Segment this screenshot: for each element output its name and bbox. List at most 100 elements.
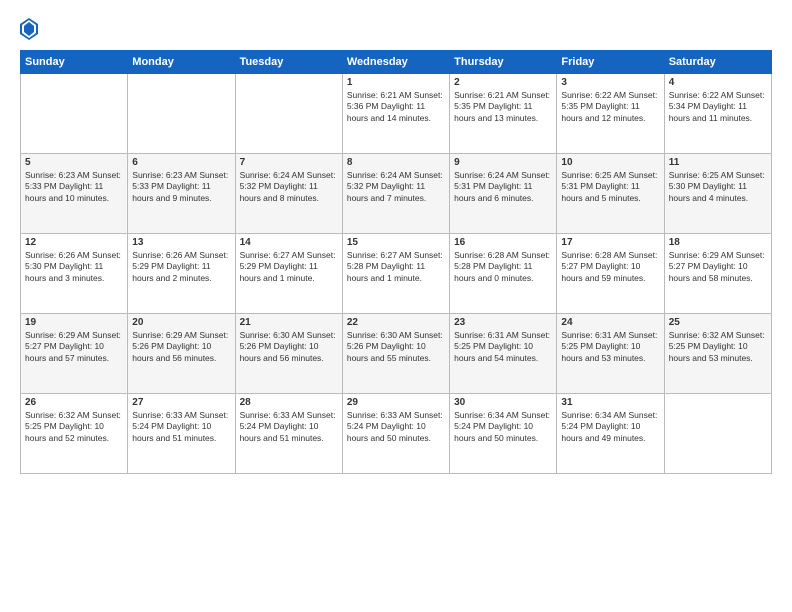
day-number: 28 — [240, 397, 338, 408]
day-cell: 30 Sunrise: 6:34 AM Sunset: 5:24 PM Dayli… — [450, 394, 557, 474]
day-info: Sunrise: 6:32 AM Sunset: 5:25 PM Dayligh… — [669, 330, 767, 364]
day-number: 16 — [454, 237, 552, 248]
week-row-5: 26Sunrise: 6:32 AM Sunset: 5:25 PM Dayli… — [21, 394, 772, 474]
day-number: 15 — [347, 237, 445, 248]
day-number: 22 — [347, 317, 445, 328]
day-info: Sunrise: 6:26 AM Sunset: 5:30 PM Dayligh… — [25, 250, 123, 284]
week-row-4: 19 Sunrise: 6:29 AM Sunset: 5:27 PM Dayli… — [21, 314, 772, 394]
page: SundayMondayTuesdayWednesdayThursdayFrid… — [0, 0, 792, 612]
day-info: Sunrise: 6:33 AM Sunset: 5:24 PM Dayligh… — [132, 410, 230, 444]
day-cell — [664, 394, 771, 474]
day-cell: 12 Sunrise: 6:26 AM Sunset: 5:30 PM Dayli… — [21, 234, 128, 314]
weekday-header-tuesday: Tuesday — [235, 51, 342, 74]
day-info: Sunrise: 6:24 AM Sunset: 5:31 PM Dayligh… — [454, 170, 552, 204]
day-info: Sunrise: 6:25 AM Sunset: 5:31 PM Dayligh… — [561, 170, 659, 204]
day-cell: 23 Sunrise: 6:31 AM Sunset: 5:25 PM Dayli… — [450, 314, 557, 394]
day-info: Sunrise: 6:27 AM Sunset: 5:28 PM Dayligh… — [347, 250, 445, 284]
day-number: 27 — [132, 397, 230, 408]
calendar-table: SundayMondayTuesdayWednesdayThursdayFrid… — [20, 50, 772, 474]
header — [20, 18, 772, 40]
day-cell: 15 Sunrise: 6:27 AM Sunset: 5:28 PM Dayli… — [342, 234, 449, 314]
day-cell: 21 Sunrise: 6:30 AM Sunset: 5:26 PM Dayli… — [235, 314, 342, 394]
weekday-header-row: SundayMondayTuesdayWednesdayThursdayFrid… — [21, 51, 772, 74]
day-cell: 27 Sunrise: 6:33 AM Sunset: 5:24 PM Dayli… — [128, 394, 235, 474]
day-number: 12 — [25, 237, 123, 248]
day-number: 25 — [669, 317, 767, 328]
day-cell — [235, 74, 342, 154]
weekday-header-sunday: Sunday — [21, 51, 128, 74]
day-info: Sunrise: 6:33 AM Sunset: 5:24 PM Dayligh… — [347, 410, 445, 444]
day-number: 4 — [669, 77, 767, 88]
day-cell — [21, 74, 128, 154]
day-info: Sunrise: 6:23 AM Sunset: 5:33 PM Dayligh… — [25, 170, 123, 204]
day-cell: 2 Sunrise: 6:21 AM Sunset: 5:35 PM Daylig… — [450, 74, 557, 154]
week-row-2: 5Sunrise: 6:23 AM Sunset: 5:33 PM Daylig… — [21, 154, 772, 234]
day-number: 6 — [132, 157, 230, 168]
day-info: Sunrise: 6:32 AM Sunset: 5:25 PM Dayligh… — [25, 410, 123, 444]
weekday-header-thursday: Thursday — [450, 51, 557, 74]
day-cell: 24Sunrise: 6:31 AM Sunset: 5:25 PM Dayli… — [557, 314, 664, 394]
logo — [20, 18, 40, 40]
weekday-header-friday: Friday — [557, 51, 664, 74]
day-number: 21 — [240, 317, 338, 328]
day-info: Sunrise: 6:29 AM Sunset: 5:26 PM Dayligh… — [132, 330, 230, 364]
day-cell: 7 Sunrise: 6:24 AM Sunset: 5:32 PM Daylig… — [235, 154, 342, 234]
day-info: Sunrise: 6:33 AM Sunset: 5:24 PM Dayligh… — [240, 410, 338, 444]
day-info: Sunrise: 6:31 AM Sunset: 5:25 PM Dayligh… — [561, 330, 659, 364]
day-cell: 5Sunrise: 6:23 AM Sunset: 5:33 PM Daylig… — [21, 154, 128, 234]
day-number: 30 — [454, 397, 552, 408]
day-number: 2 — [454, 77, 552, 88]
day-info: Sunrise: 6:29 AM Sunset: 5:27 PM Dayligh… — [25, 330, 123, 364]
day-number: 3 — [561, 77, 659, 88]
day-number: 9 — [454, 157, 552, 168]
day-info: Sunrise: 6:22 AM Sunset: 5:34 PM Dayligh… — [669, 90, 767, 124]
day-cell — [128, 74, 235, 154]
day-info: Sunrise: 6:21 AM Sunset: 5:36 PM Dayligh… — [347, 90, 445, 124]
day-cell: 13 Sunrise: 6:26 AM Sunset: 5:29 PM Dayli… — [128, 234, 235, 314]
day-cell: 20 Sunrise: 6:29 AM Sunset: 5:26 PM Dayli… — [128, 314, 235, 394]
day-info: Sunrise: 6:31 AM Sunset: 5:25 PM Dayligh… — [454, 330, 552, 364]
day-number: 19 — [25, 317, 123, 328]
day-number: 7 — [240, 157, 338, 168]
day-info: Sunrise: 6:25 AM Sunset: 5:30 PM Dayligh… — [669, 170, 767, 204]
day-number: 13 — [132, 237, 230, 248]
day-number: 8 — [347, 157, 445, 168]
day-cell: 26Sunrise: 6:32 AM Sunset: 5:25 PM Dayli… — [21, 394, 128, 474]
day-info: Sunrise: 6:24 AM Sunset: 5:32 PM Dayligh… — [240, 170, 338, 204]
day-cell: 14Sunrise: 6:27 AM Sunset: 5:29 PM Dayli… — [235, 234, 342, 314]
day-cell: 3 Sunrise: 6:22 AM Sunset: 5:35 PM Daylig… — [557, 74, 664, 154]
day-info: Sunrise: 6:29 AM Sunset: 5:27 PM Dayligh… — [669, 250, 767, 284]
day-number: 23 — [454, 317, 552, 328]
day-number: 20 — [132, 317, 230, 328]
day-info: Sunrise: 6:28 AM Sunset: 5:28 PM Dayligh… — [454, 250, 552, 284]
day-number: 10 — [561, 157, 659, 168]
day-cell: 1Sunrise: 6:21 AM Sunset: 5:36 PM Daylig… — [342, 74, 449, 154]
day-info: Sunrise: 6:22 AM Sunset: 5:35 PM Dayligh… — [561, 90, 659, 124]
day-info: Sunrise: 6:26 AM Sunset: 5:29 PM Dayligh… — [132, 250, 230, 284]
day-info: Sunrise: 6:34 AM Sunset: 5:24 PM Dayligh… — [454, 410, 552, 444]
day-info: Sunrise: 6:30 AM Sunset: 5:26 PM Dayligh… — [240, 330, 338, 364]
day-number: 29 — [347, 397, 445, 408]
day-cell: 10 Sunrise: 6:25 AM Sunset: 5:31 PM Dayli… — [557, 154, 664, 234]
day-cell: 8Sunrise: 6:24 AM Sunset: 5:32 PM Daylig… — [342, 154, 449, 234]
day-cell: 19 Sunrise: 6:29 AM Sunset: 5:27 PM Dayli… — [21, 314, 128, 394]
day-info: Sunrise: 6:30 AM Sunset: 5:26 PM Dayligh… — [347, 330, 445, 364]
day-number: 14 — [240, 237, 338, 248]
day-cell: 9 Sunrise: 6:24 AM Sunset: 5:31 PM Daylig… — [450, 154, 557, 234]
weekday-header-saturday: Saturday — [664, 51, 771, 74]
day-cell: 16 Sunrise: 6:28 AM Sunset: 5:28 PM Dayli… — [450, 234, 557, 314]
day-info: Sunrise: 6:21 AM Sunset: 5:35 PM Dayligh… — [454, 90, 552, 124]
day-number: 11 — [669, 157, 767, 168]
day-cell: 22 Sunrise: 6:30 AM Sunset: 5:26 PM Dayli… — [342, 314, 449, 394]
week-row-3: 12 Sunrise: 6:26 AM Sunset: 5:30 PM Dayli… — [21, 234, 772, 314]
day-number: 31 — [561, 397, 659, 408]
day-cell: 4 Sunrise: 6:22 AM Sunset: 5:34 PM Daylig… — [664, 74, 771, 154]
day-info: Sunrise: 6:23 AM Sunset: 5:33 PM Dayligh… — [132, 170, 230, 204]
day-number: 17 — [561, 237, 659, 248]
weekday-header-wednesday: Wednesday — [342, 51, 449, 74]
logo-icon — [20, 18, 38, 40]
day-cell: 31Sunrise: 6:34 AM Sunset: 5:24 PM Dayli… — [557, 394, 664, 474]
day-cell: 17Sunrise: 6:28 AM Sunset: 5:27 PM Dayli… — [557, 234, 664, 314]
day-cell: 25 Sunrise: 6:32 AM Sunset: 5:25 PM Dayli… — [664, 314, 771, 394]
day-cell: 28 Sunrise: 6:33 AM Sunset: 5:24 PM Dayli… — [235, 394, 342, 474]
